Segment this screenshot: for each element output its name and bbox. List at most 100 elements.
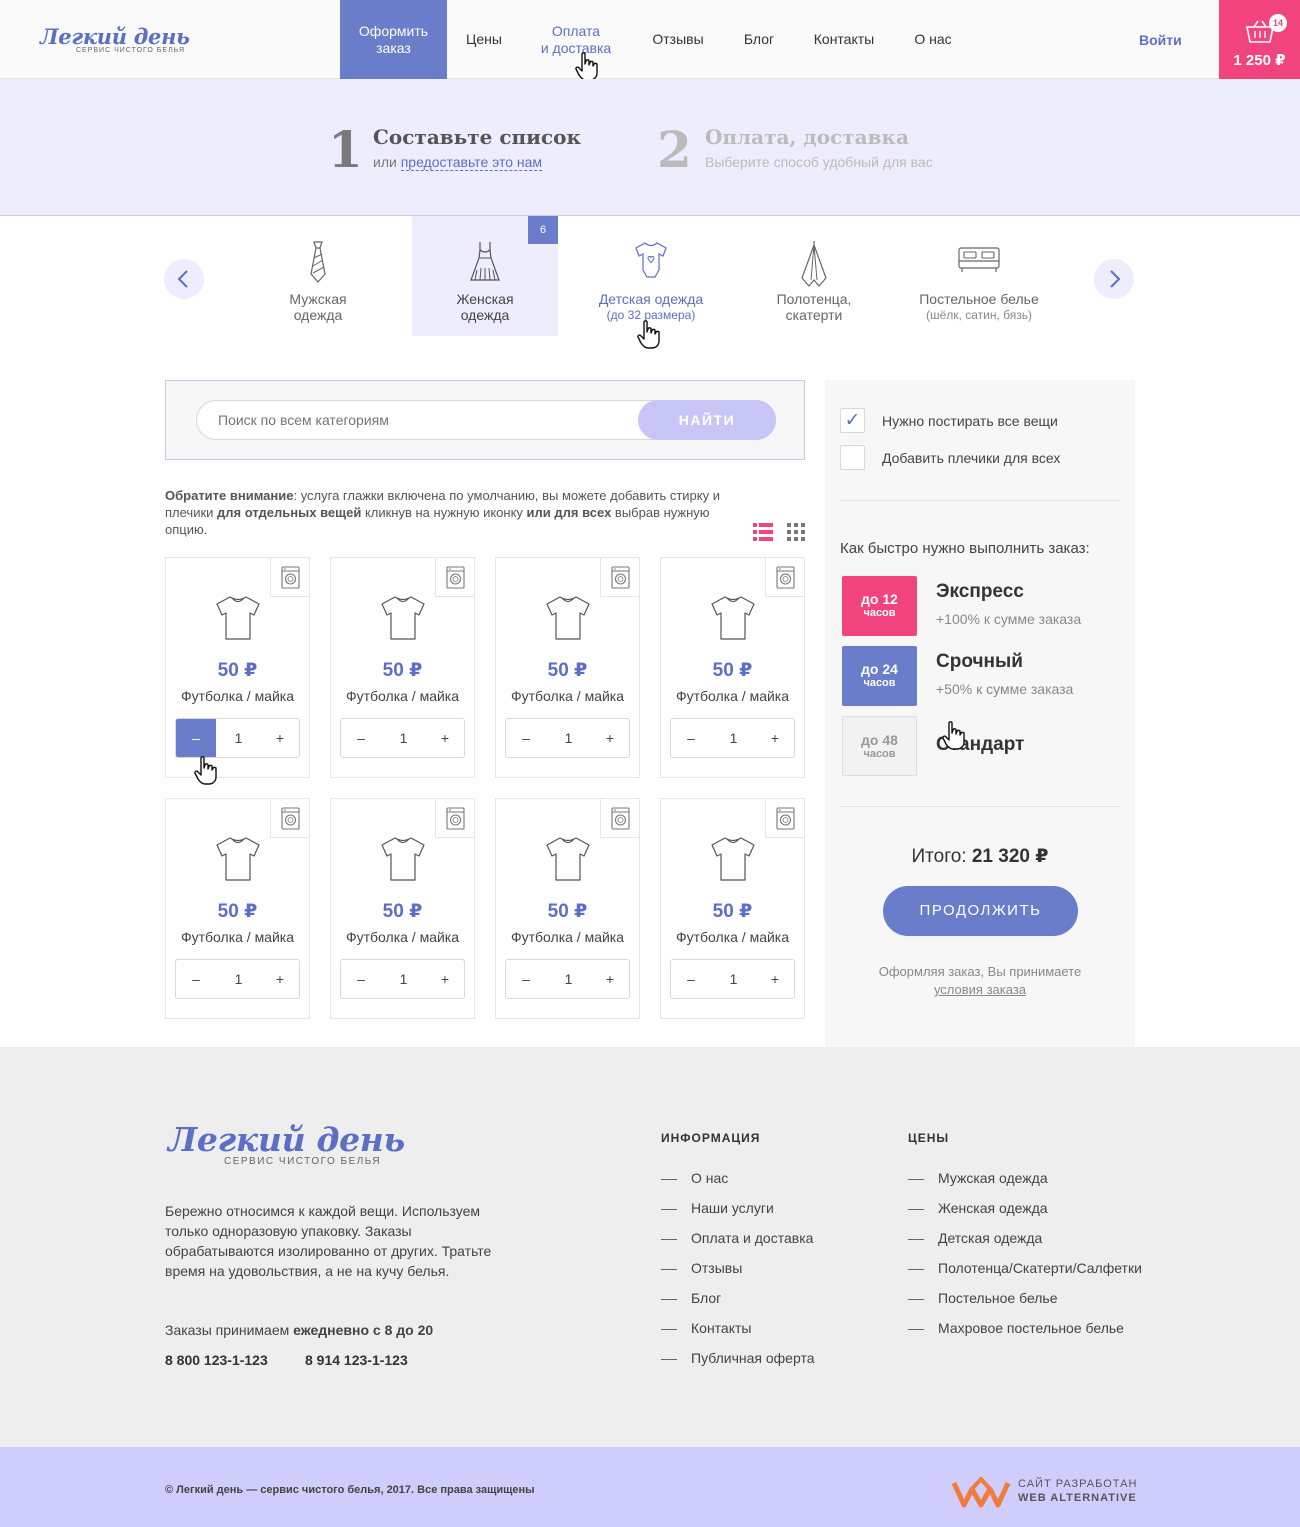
nav-payment[interactable]: Оплата и доставка <box>530 0 622 79</box>
quantity-increase-button[interactable]: + <box>426 719 464 757</box>
search-button[interactable]: НАЙТИ <box>638 400 776 440</box>
footer-info-link[interactable]: Наши услуги <box>661 1200 774 1216</box>
quantity-value[interactable]: 1 <box>381 960 426 998</box>
product-name: Футболка / майка <box>345 929 460 945</box>
speed-express-title[interactable]: Экспресс <box>936 581 1024 603</box>
quantity-decrease-button[interactable]: – <box>176 960 216 998</box>
nav-contacts[interactable]: Контакты <box>803 0 885 79</box>
nav-about[interactable]: О нас <box>906 0 960 79</box>
category-towels[interactable]: Полотенца, скатерти <box>741 216 887 336</box>
tshirt-icon <box>708 834 758 889</box>
washing-machine-icon[interactable] <box>765 558 804 597</box>
speed-standard-badge[interactable]: до 48 часов <box>842 716 917 776</box>
product-card[interactable]: 50 ₽ Футболка / майка –1 + <box>495 557 640 778</box>
quantity-increase-button[interactable]: + <box>756 960 794 998</box>
quantity-increase-button[interactable]: + <box>591 719 629 757</box>
category-prev-arrow[interactable] <box>164 259 204 299</box>
dash-icon <box>661 1268 677 1270</box>
footer-info-link[interactable]: Контакты <box>661 1320 751 1336</box>
washing-machine-icon[interactable] <box>435 799 474 838</box>
category-next-arrow[interactable] <box>1094 259 1134 299</box>
washing-machine-icon[interactable] <box>270 799 309 838</box>
quantity-value[interactable]: 1 <box>711 719 756 757</box>
quantity-decrease-button[interactable]: – <box>506 719 546 757</box>
quantity-value[interactable]: 1 <box>216 719 261 757</box>
list-view-icon[interactable] <box>753 523 773 541</box>
quantity-increase-button[interactable]: + <box>261 719 299 757</box>
product-card[interactable]: 50 ₽ Футболка / майка –1 + <box>165 557 310 778</box>
dash-icon <box>661 1208 677 1210</box>
nav-prices[interactable]: Цены <box>447 0 521 79</box>
dash-icon <box>908 1208 924 1210</box>
quantity-value[interactable]: 1 <box>216 960 261 998</box>
washing-machine-icon[interactable] <box>270 558 309 597</box>
footer-price-link[interactable]: Махровое постельное белье <box>908 1320 1124 1336</box>
phone-2[interactable]: 8 914 123-1-123 <box>305 1352 408 1368</box>
quantity-value[interactable]: 1 <box>381 719 426 757</box>
quantity-decrease-button[interactable]: – <box>671 960 711 998</box>
footer-price-link[interactable]: Женская одежда <box>908 1200 1048 1216</box>
footer-info-link[interactable]: Оплата и доставка <box>661 1230 813 1246</box>
product-price: 50 ₽ <box>547 660 588 681</box>
quantity-value[interactable]: 1 <box>546 960 591 998</box>
product-card[interactable]: 50 ₽ Футболка / майка –1 + <box>660 798 805 1019</box>
quantity-value[interactable]: 1 <box>711 960 756 998</box>
divider <box>840 500 1120 501</box>
wash-all-checkbox[interactable]: ✓ <box>840 408 865 433</box>
login-link[interactable]: Войти <box>1139 32 1182 48</box>
category-mens[interactable]: Мужская одежда <box>245 216 391 336</box>
product-price: 50 ₽ <box>712 660 753 681</box>
product-card[interactable]: 50 ₽ Футболка / майка –1 + <box>330 557 475 778</box>
terms-link[interactable]: условия заказа <box>934 982 1026 997</box>
quantity-value[interactable]: 1 <box>546 719 591 757</box>
product-card[interactable]: 50 ₽ Футболка / майка –1 + <box>165 798 310 1019</box>
hangers-all-checkbox[interactable] <box>840 445 865 470</box>
category-bedding[interactable]: Постельное белье (шёлк, сатин, бязь) <box>906 216 1052 336</box>
tshirt-icon <box>213 593 263 648</box>
grid-view-icon[interactable] <box>787 523 805 541</box>
footer-info-link[interactable]: Публичная оферта <box>661 1350 815 1366</box>
cart-button[interactable]: 14 1 250 ₽ <box>1219 0 1300 79</box>
footer-price-link[interactable]: Детская одежда <box>908 1230 1042 1246</box>
washing-machine-icon[interactable] <box>765 799 804 838</box>
product-card[interactable]: 50 ₽ Футболка / майка –1 + <box>495 798 640 1019</box>
delegate-list-link[interactable]: предоставьте это нам <box>400 154 543 171</box>
product-name: Футболка / майка <box>510 929 625 945</box>
quantity-increase-button[interactable]: + <box>426 960 464 998</box>
category-womens[interactable]: 6 Женская одежда <box>412 216 558 336</box>
web-alternative-logo-icon <box>952 1477 1010 1508</box>
footer-price-link[interactable]: Постельное белье <box>908 1290 1058 1306</box>
speed-urgent-badge[interactable]: до 24 часов <box>842 646 917 706</box>
quantity-decrease-button[interactable]: – <box>341 719 381 757</box>
nav-reviews[interactable]: Отзывы <box>640 0 716 79</box>
speed-standard-title[interactable]: Стандарт <box>936 734 1024 756</box>
continue-button[interactable]: ПРОДОЛЖИТЬ <box>883 886 1078 936</box>
quantity-increase-button[interactable]: + <box>756 719 794 757</box>
footer-price-link[interactable]: Полотенца/Скатерти/Салфетки <box>908 1260 1142 1276</box>
quantity-decrease-button[interactable]: – <box>671 719 711 757</box>
speed-express-badge[interactable]: до 12 часов <box>842 576 917 636</box>
quantity-increase-button[interactable]: + <box>261 960 299 998</box>
quantity-increase-button[interactable]: + <box>591 960 629 998</box>
washing-machine-icon[interactable] <box>600 558 639 597</box>
washing-machine-icon[interactable] <box>600 799 639 838</box>
footer-info-link[interactable]: О нас <box>661 1170 728 1186</box>
phone-1[interactable]: 8 800 123-1-123 <box>165 1352 268 1368</box>
product-price: 50 ₽ <box>547 901 588 922</box>
footer-info-link[interactable]: Отзывы <box>661 1260 742 1276</box>
speed-urgent-title[interactable]: Срочный <box>936 651 1023 673</box>
nav-blog[interactable]: Блог <box>734 0 784 79</box>
quantity-decrease-button[interactable]: – <box>341 960 381 998</box>
product-card[interactable]: 50 ₽ Футболка / майка –1 + <box>660 557 805 778</box>
logo[interactable]: Легкий день сервис чистого белья <box>40 26 190 55</box>
footer-info-link[interactable]: Блог <box>661 1290 721 1306</box>
washing-machine-icon[interactable] <box>435 558 474 597</box>
quantity-decrease-button[interactable]: – <box>506 960 546 998</box>
category-kids[interactable]: Детская одежда (до 32 размера) <box>578 216 724 336</box>
footer-logo[interactable]: Легкий день сервис чистого белья <box>168 1123 405 1168</box>
product-card[interactable]: 50 ₽ Футболка / майка –1 + <box>330 798 475 1019</box>
footer-price-link[interactable]: Мужская одежда <box>908 1170 1048 1186</box>
quantity-decrease-button[interactable]: – <box>176 719 216 757</box>
nav-payment-line1: Оплата <box>551 22 601 39</box>
nav-order[interactable]: Оформить заказ <box>340 0 447 79</box>
